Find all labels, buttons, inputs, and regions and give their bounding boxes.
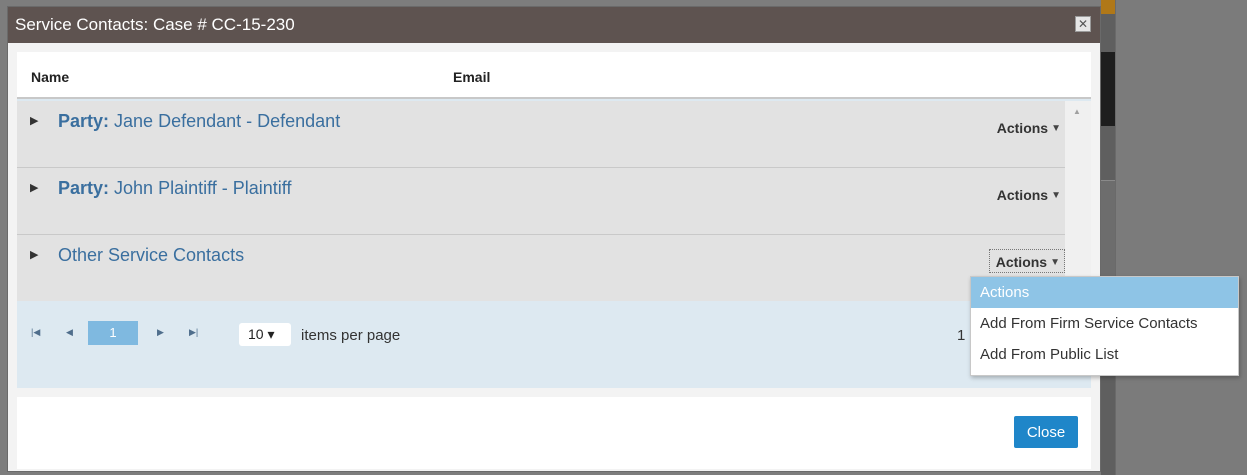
actions-dropdown-button[interactable]: Actions ▼ bbox=[991, 115, 1065, 139]
caret-down-icon: ▼ bbox=[1051, 189, 1061, 201]
group-prefix: Party: bbox=[58, 178, 110, 198]
service-contacts-modal: Service Contacts: Case # CC-15-230 ✕ Nam… bbox=[7, 6, 1101, 472]
background-overlay bbox=[1115, 0, 1247, 475]
close-icon[interactable]: ✕ bbox=[1075, 16, 1091, 32]
pager: |◀ ◀ 1 ▶ ▶| 10 ▾ items per page 1 bbox=[17, 301, 1091, 365]
actions-label: Actions bbox=[996, 187, 1049, 203]
group-label[interactable]: Other Service Contacts bbox=[58, 245, 244, 266]
per-page-select[interactable]: 10 ▾ bbox=[239, 323, 291, 346]
menu-item-actions[interactable]: Actions bbox=[971, 277, 1238, 308]
background-header-band bbox=[1101, 0, 1115, 14]
group-label[interactable]: Party: Jane Defendant - Defendant bbox=[58, 111, 340, 132]
caret-down-icon: ▼ bbox=[1051, 122, 1061, 134]
grid-scrollbar[interactable]: ▲ bbox=[1065, 101, 1091, 301]
actions-dropdown-menu: Actions Add From Firm Service Contacts A… bbox=[970, 276, 1239, 376]
close-button[interactable]: Close bbox=[1014, 416, 1078, 448]
modal-title: Service Contacts: Case # CC-15-230 bbox=[15, 15, 295, 34]
actions-label: Actions bbox=[996, 120, 1049, 136]
grid-header: Name Email bbox=[17, 52, 1091, 99]
actions-label: Actions bbox=[995, 254, 1048, 270]
expand-arrow-icon[interactable]: ▶ bbox=[30, 114, 38, 127]
group-label[interactable]: Party: John Plaintiff - Plaintiff bbox=[58, 178, 291, 199]
first-page-icon[interactable]: |◀ bbox=[31, 327, 40, 338]
group-row-other-contacts[interactable]: ▶ Other Service Contacts Actions ▼ bbox=[17, 235, 1065, 301]
current-page-button[interactable]: 1 bbox=[88, 321, 138, 345]
next-page-icon[interactable]: ▶ bbox=[157, 327, 164, 338]
expand-arrow-icon[interactable]: ▶ bbox=[30, 248, 38, 261]
menu-item-add-from-public-list[interactable]: Add From Public List bbox=[971, 339, 1238, 370]
grid-rows: ▶ Party: Jane Defendant - Defendant Acti… bbox=[17, 101, 1065, 301]
group-name: Jane Defendant - Defendant bbox=[109, 111, 341, 131]
scroll-up-icon[interactable]: ▲ bbox=[1073, 107, 1081, 116]
actions-dropdown-button-open[interactable]: Actions ▼ bbox=[988, 249, 1065, 273]
group-name: John Plaintiff - Plaintiff bbox=[109, 178, 292, 198]
modal-titlebar: Service Contacts: Case # CC-15-230 ✕ bbox=[8, 7, 1100, 43]
caret-down-icon: ▼ bbox=[1050, 256, 1060, 268]
modal-footer: Close bbox=[17, 397, 1091, 469]
prev-page-icon[interactable]: ◀ bbox=[66, 327, 73, 338]
expand-arrow-icon[interactable]: ▶ bbox=[30, 181, 38, 194]
contacts-grid: Name Email ▶ Party: Jane Defendant - Def… bbox=[17, 52, 1091, 388]
group-row-john-plaintiff[interactable]: ▶ Party: John Plaintiff - Plaintiff Acti… bbox=[17, 168, 1065, 235]
actions-dropdown-button[interactable]: Actions ▼ bbox=[991, 182, 1065, 206]
background-dark-block bbox=[1101, 52, 1115, 126]
background-panel bbox=[1101, 180, 1115, 280]
column-header-email[interactable]: Email bbox=[453, 69, 490, 85]
menu-item-add-from-firm[interactable]: Add From Firm Service Contacts bbox=[971, 308, 1238, 339]
last-page-icon[interactable]: ▶| bbox=[189, 327, 198, 338]
group-row-jane-defendant[interactable]: ▶ Party: Jane Defendant - Defendant Acti… bbox=[17, 101, 1065, 168]
per-page-label: items per page bbox=[301, 327, 401, 344]
page-info: 1 bbox=[957, 327, 966, 344]
column-header-name[interactable]: Name bbox=[31, 69, 69, 85]
background-page-strip bbox=[1101, 0, 1115, 475]
group-prefix: Party: bbox=[58, 111, 110, 131]
